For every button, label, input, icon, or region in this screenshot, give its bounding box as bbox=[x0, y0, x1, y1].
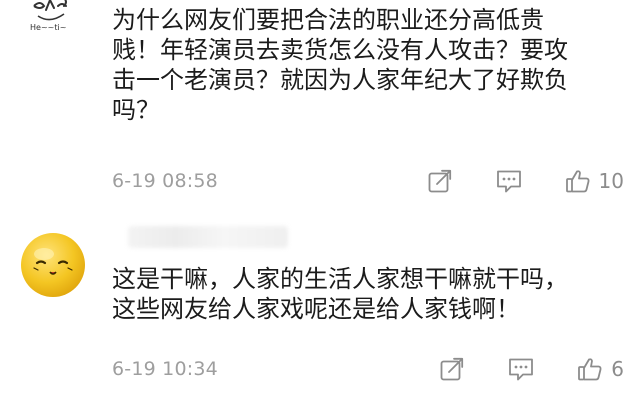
like-count: 6 bbox=[611, 357, 624, 381]
like-button[interactable]: 10 bbox=[565, 166, 624, 196]
comment-icon bbox=[496, 170, 521, 193]
thumbs-up-icon bbox=[565, 170, 590, 193]
like-count: 10 bbox=[598, 169, 624, 193]
comment-text-line: 击一个老演员？就因为人家年纪大了好欺负 bbox=[112, 66, 568, 94]
reply-button[interactable] bbox=[495, 166, 523, 196]
comment-meta: 6-19 10:34 6 bbox=[112, 354, 624, 384]
share-icon bbox=[428, 169, 451, 193]
comment-item: 这是干嘛，人家的生活人家想干嘛就干吗， 这些网友给人家戏呢还是给人家钱啊！ 6-… bbox=[0, 208, 640, 406]
user-avatar[interactable] bbox=[20, 232, 86, 298]
comment-timestamp: 6-19 08:58 bbox=[112, 170, 218, 192]
comment-text: 为什么网友们要把合法的职业还分高低贵 贱！年轻演员去卖货怎么没有人攻击？要攻 击… bbox=[112, 5, 622, 125]
comment-icon bbox=[509, 358, 534, 381]
username-redacted bbox=[128, 226, 288, 248]
comment-actions: 6 bbox=[439, 354, 624, 384]
doodle-avatar-icon: He~~ti~ bbox=[20, 0, 86, 50]
comment-text-line: 贱！年轻演员去卖货怎么没有人攻击？要攻 bbox=[112, 36, 568, 64]
avatar-doodle-label: He~~ti~ bbox=[30, 23, 66, 32]
reply-button[interactable] bbox=[507, 354, 535, 384]
share-button[interactable] bbox=[427, 166, 453, 196]
comment-text-line: 这是干嘛，人家的生活人家想干嘛就干吗， bbox=[112, 265, 568, 293]
like-button[interactable]: 6 bbox=[577, 354, 624, 384]
comment-meta: 6-19 08:58 10 bbox=[112, 166, 624, 196]
user-avatar[interactable]: He~~ti~ bbox=[20, 0, 86, 50]
comment-actions: 10 bbox=[427, 166, 624, 196]
share-button[interactable] bbox=[439, 354, 465, 384]
comment-text-line: 吗？ bbox=[112, 96, 160, 124]
share-icon bbox=[440, 357, 464, 381]
comment-timestamp: 6-19 10:34 bbox=[112, 358, 218, 380]
comment-text: 这是干嘛，人家的生活人家想干嘛就干吗， 这些网友给人家戏呢还是给人家钱啊！ bbox=[112, 264, 622, 324]
comment-text-line: 为什么网友们要把合法的职业还分高低贵 bbox=[112, 6, 544, 34]
thumbs-up-icon bbox=[578, 358, 602, 381]
comment-text-line: 这些网友给人家戏呢还是给人家钱啊！ bbox=[112, 295, 520, 323]
smiley-avatar-icon bbox=[21, 233, 85, 297]
comment-item: He~~ti~ 为什么网友们要把合法的职业还分高低贵 贱！年轻演员去卖货怎么没有… bbox=[0, 0, 640, 208]
